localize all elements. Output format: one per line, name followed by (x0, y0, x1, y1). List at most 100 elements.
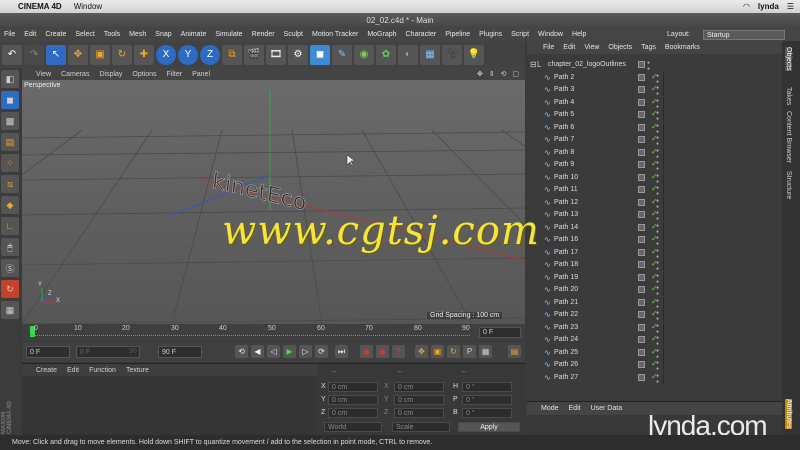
play-icon[interactable]: ▶ (283, 345, 296, 358)
menu-plugins[interactable]: Plugins (479, 31, 502, 38)
object-row[interactable]: ∿ Path 4 ● ● ✓ (527, 96, 782, 110)
object-layer-icon[interactable] (638, 261, 645, 268)
enabled-check-icon[interactable]: ✓ (651, 322, 658, 331)
camera-icon[interactable]: 🎥 (442, 44, 462, 65)
object-row[interactable]: ∿ Path 6 ● ● ✓ (527, 121, 782, 135)
enabled-check-icon[interactable]: ✓ (651, 272, 658, 281)
x-axis-icon[interactable]: X (156, 44, 176, 65)
coord-world-select[interactable]: World (324, 422, 382, 432)
deformer-icon[interactable]: ◐ (398, 44, 418, 65)
select-icon[interactable]: ↖ (46, 44, 66, 65)
object-layer-icon[interactable] (638, 323, 645, 331)
layout-select[interactable]: Startup (703, 29, 785, 40)
goto-end-icon[interactable]: ⟳ (315, 345, 328, 358)
current-frame-field[interactable]: 0 F (26, 346, 70, 358)
key-scale-icon[interactable]: ▣ (431, 345, 444, 358)
mat-menu-edit[interactable]: Edit (67, 367, 79, 374)
obj-menu-file[interactable]: File (543, 44, 554, 51)
attr-menu-edit[interactable]: Edit (569, 405, 581, 412)
object-layer-icon[interactable] (638, 111, 645, 118)
object-row[interactable]: ∿ Path 16 ● ● ✓ (527, 234, 782, 247)
z-axis-icon[interactable]: Z (200, 44, 220, 65)
mat-menu-function[interactable]: Function (89, 367, 116, 374)
magnet-icon[interactable]: ↻ (1, 280, 19, 298)
object-row[interactable]: ∿ Path 13 ● ● ✓ (527, 209, 782, 222)
wifi-icon[interactable]: ◠ (743, 2, 750, 11)
object-row[interactable]: ∿ Path 19 ● ● ✓ (527, 271, 782, 285)
object-layer-icon[interactable] (638, 311, 645, 318)
object-row[interactable]: ∿ Path 17 ● ● ✓ (527, 246, 782, 260)
menu-motion-tracker[interactable]: Motion Tracker (312, 31, 358, 38)
rot-b-field[interactable]: 0 ° (462, 408, 512, 418)
texture-mode-icon[interactable]: ▩ (1, 112, 19, 130)
menu-help[interactable]: Help (572, 31, 586, 38)
viewport[interactable]: Perspective kinetEco Y X Z Grid Spacing … (22, 80, 525, 324)
prev-frame-icon[interactable]: ◁ (267, 345, 280, 358)
pos-y-field[interactable]: 0 cm (328, 395, 378, 405)
object-layer-icon[interactable] (638, 148, 645, 156)
enabled-check-icon[interactable]: ✓ (651, 347, 658, 356)
view-menu-display[interactable]: Display (99, 71, 122, 78)
view-nav-icons[interactable]: ✥ ⇕ ⟲ ▢ (477, 70, 521, 78)
obj-menu-edit[interactable]: Edit (563, 44, 575, 51)
object-layer-icon[interactable] (638, 61, 645, 68)
menu-simulate[interactable]: Simulate (215, 31, 242, 38)
move-icon[interactable]: ✥ (68, 44, 88, 65)
menu-character[interactable]: Character (406, 31, 437, 38)
timeline[interactable]: 0 10 20 30 40 50 60 70 80 90 0 F (22, 324, 525, 341)
view-menu-panel[interactable]: Panel (192, 71, 210, 78)
tab-content-browser[interactable]: Content Browser (785, 111, 792, 163)
view-menu-options[interactable]: Options (132, 71, 156, 78)
menu-animate[interactable]: Animate (181, 31, 207, 38)
enabled-check-icon[interactable]: ✓ (651, 284, 658, 293)
mat-menu-create[interactable]: Create (36, 367, 57, 374)
view-menu-filter[interactable]: Filter (167, 71, 183, 78)
keyframe-selection-icon[interactable]: ? (392, 345, 405, 358)
object-row[interactable]: ∿ Path 5 ● ● ✓ (527, 109, 782, 122)
object-row[interactable]: ∿ Path 26 ● ● ✓ (527, 359, 782, 372)
menu-mesh[interactable]: Mesh (129, 31, 146, 38)
tab-attributes[interactable]: Attributes (785, 399, 792, 429)
key-position-icon[interactable]: ✥ (415, 345, 428, 358)
object-row[interactable]: ∿ Path 2 ● ● ✓ (527, 71, 782, 85)
coord-scale-select[interactable]: Scale (392, 422, 450, 432)
floor-icon[interactable]: ▦ (420, 44, 440, 65)
object-layer-icon[interactable] (638, 136, 645, 143)
object-layer-icon[interactable] (638, 98, 645, 106)
object-row[interactable]: ∿ Path 12 ● ● ✓ (527, 196, 782, 210)
object-row[interactable]: ∿ Path 14 ● ● ✓ (527, 221, 782, 235)
coord-system-icon[interactable]: ⧉ (222, 44, 242, 65)
pos-z-field[interactable]: 0 cm (328, 408, 378, 418)
max-frame-field[interactable]: 90 F (158, 346, 202, 358)
enabled-check-icon[interactable]: ✓ (651, 222, 658, 231)
object-row[interactable]: ∿ Path 20 ● ● ✓ (527, 284, 782, 297)
object-row[interactable]: ∿ Path 25 ● ● ✓ (527, 346, 782, 360)
edges-mode-icon[interactable]: ⧅ (1, 175, 19, 193)
object-row[interactable]: ∿ Path 18 ● ● ✓ (527, 259, 782, 272)
object-row[interactable]: ∿ Path 23 ● ● ✓ (527, 321, 782, 335)
object-root-row[interactable]: ⊟ L chapter_02_logoOutlines ● ● (527, 59, 782, 72)
key-param-icon[interactable]: P (463, 345, 476, 358)
tab-takes[interactable]: Takes (785, 87, 792, 105)
menu-file[interactable]: File (4, 31, 15, 38)
key-pla-icon[interactable]: ▦ (479, 345, 492, 358)
object-layer-icon[interactable] (638, 211, 645, 218)
coord-apply-button[interactable]: Apply (458, 422, 520, 432)
scale-icon[interactable]: ▣ (90, 44, 110, 65)
autokey-icon[interactable]: ◉ (376, 345, 389, 358)
menu-mograph[interactable]: MoGraph (367, 31, 396, 38)
undo-icon[interactable]: ↶ (2, 44, 22, 65)
menu-pipeline[interactable]: Pipeline (445, 31, 470, 38)
enabled-check-icon[interactable]: ✓ (651, 109, 658, 118)
object-row[interactable]: ∿ Path 10 ● ● ✓ (527, 171, 782, 185)
object-layer-icon[interactable] (638, 236, 645, 243)
menu-snap[interactable]: Snap (155, 31, 171, 38)
enabled-check-icon[interactable]: ✓ (651, 159, 658, 168)
view-menu-cameras[interactable]: Cameras (61, 71, 89, 78)
object-layer-icon[interactable] (638, 73, 645, 81)
enabled-check-icon[interactable]: ✓ (651, 334, 658, 343)
tab-objects[interactable]: Objects (785, 47, 792, 71)
object-layer-icon[interactable] (638, 373, 645, 381)
attr-menu-user-data[interactable]: User Data (591, 405, 623, 412)
object-row[interactable]: ∿ Path 3 ● ● ✓ (527, 84, 782, 97)
